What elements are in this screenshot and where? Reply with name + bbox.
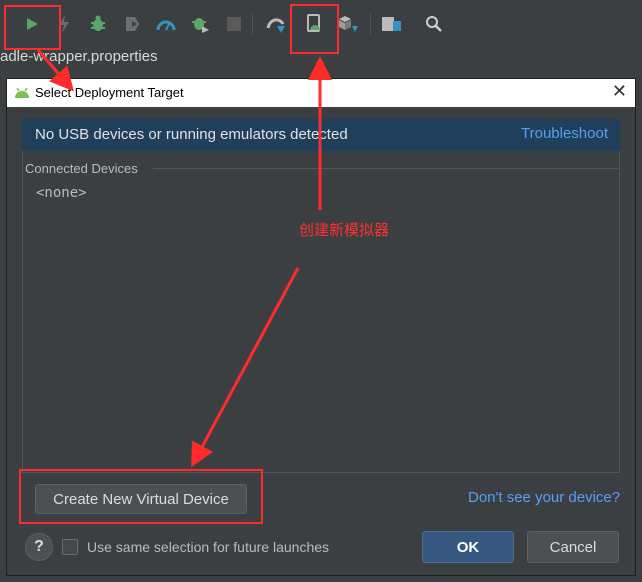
arrow-run-to-dialog [36, 49, 74, 92]
arrow-to-create-device [191, 267, 300, 468]
annotation-arrows [36, 49, 332, 468]
